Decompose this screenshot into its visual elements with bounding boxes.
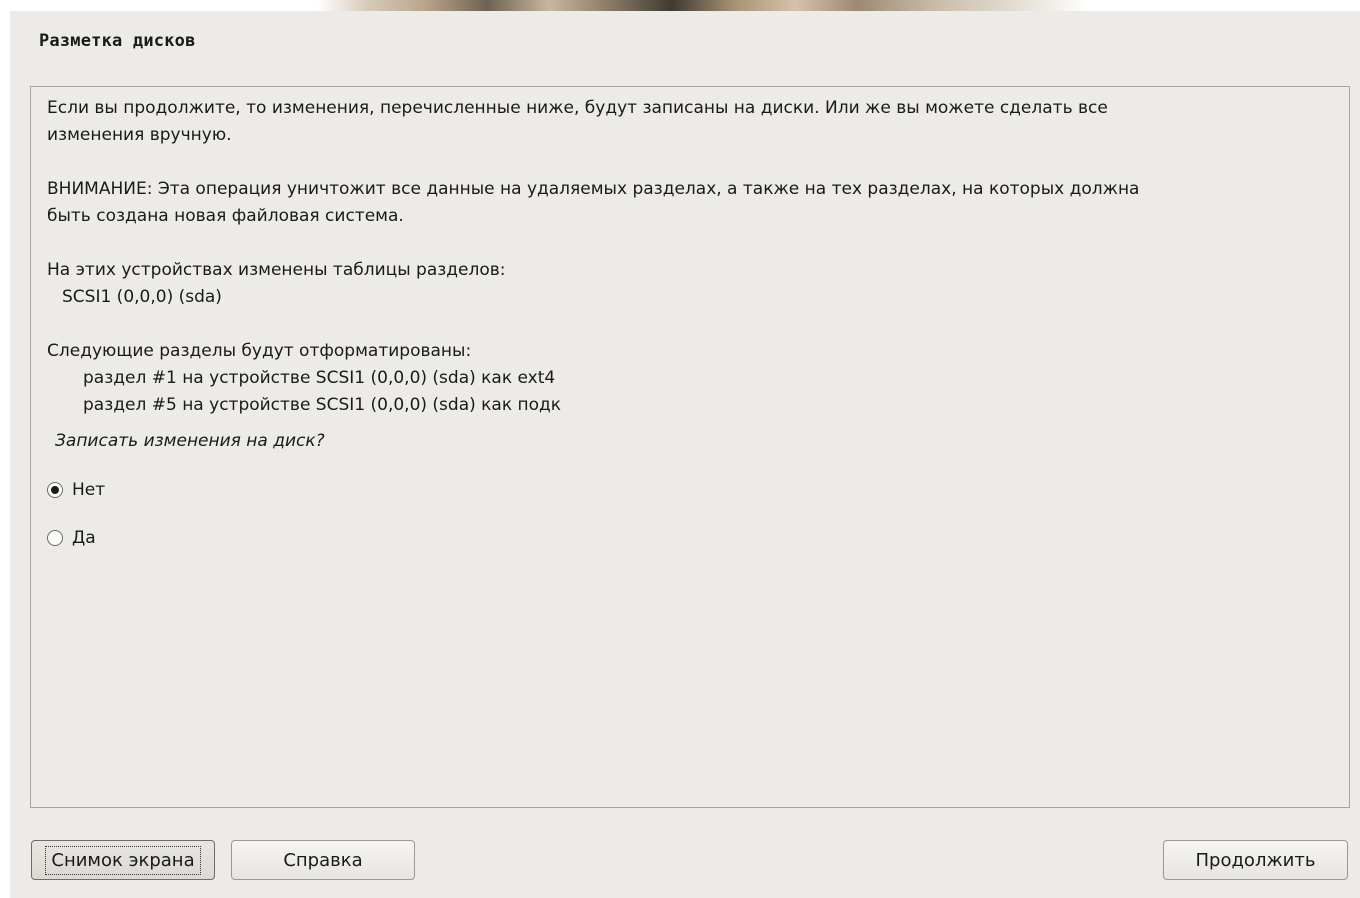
format-item: раздел #5 на устройстве SCSI1 (0,0,0) (s… [83, 395, 562, 415]
radio-label: Нет [72, 480, 106, 500]
installer-window: Разметка дисков Если вы продолжите, то и… [10, 11, 1360, 898]
format-header: Следующие разделы будут отформатированы: [47, 341, 472, 361]
partition-tables-header: На этих устройствах изменены таблицы раз… [47, 260, 506, 280]
radio-option-no[interactable]: Нет [47, 480, 105, 500]
intro-line: Если вы продолжите, то изменения, перечи… [47, 98, 1108, 118]
intro-line: изменения вручную. [47, 125, 232, 145]
warning-line: ВНИМАНИЕ: Эта операция уничтожит все дан… [47, 179, 1140, 199]
dialog-title: Разметка дисков [39, 31, 196, 51]
header-banner [0, 0, 1360, 11]
banner-image [318, 0, 1088, 11]
help-button-label: Справка [283, 849, 363, 871]
message-text: Если вы продолжите, то изменения, перечи… [47, 95, 1337, 455]
format-item: раздел #1 на устройстве SCSI1 (0,0,0) (s… [83, 368, 556, 388]
warning-line: быть создана новая файловая система. [47, 206, 404, 226]
help-button[interactable]: Справка [231, 840, 415, 880]
warning-paragraph: ВНИМАНИЕ: Эта операция уничтожит все дан… [47, 176, 1337, 230]
radio-option-yes[interactable]: Да [47, 528, 96, 548]
radio-selected-icon[interactable] [47, 482, 63, 498]
screenshot-button-label: Снимок экрана [45, 845, 201, 875]
intro-paragraph: Если вы продолжите, то изменения, перечи… [47, 95, 1337, 149]
format-paragraph: Следующие разделы будут отформатированы:… [47, 338, 1337, 419]
partition-tables-paragraph: На этих устройствах изменены таблицы раз… [47, 257, 1337, 311]
content-panel: Если вы продолжите, то изменения, перечи… [30, 86, 1350, 808]
radio-unselected-icon[interactable] [47, 530, 63, 546]
radio-label: Да [72, 528, 96, 548]
continue-button[interactable]: Продолжить [1163, 840, 1348, 880]
partition-tables-device: SCSI1 (0,0,0) (sda) [62, 287, 222, 307]
screenshot-button[interactable]: Снимок экрана [31, 840, 215, 880]
confirm-question: Записать изменения на диск? [55, 431, 325, 451]
continue-button-label: Продолжить [1195, 849, 1316, 871]
